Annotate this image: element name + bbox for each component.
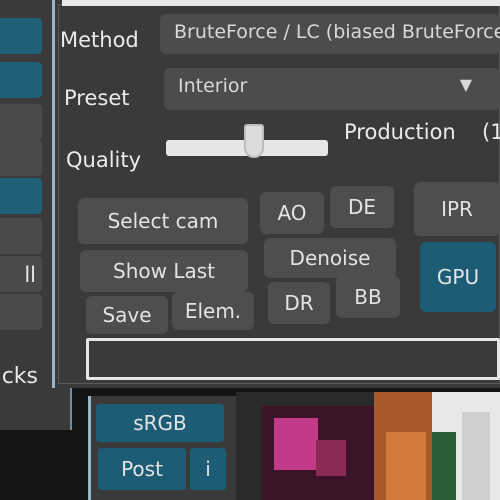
left-sidebar-item-2[interactable]: [0, 62, 42, 98]
ao-button[interactable]: AO: [260, 192, 324, 234]
quality-suffix: (1: [482, 120, 500, 144]
method-dropdown[interactable]: BruteForce / LC (biased BruteForce): [160, 14, 500, 54]
method-label: Method: [60, 28, 139, 52]
gpu-button[interactable]: GPU: [420, 242, 496, 312]
left-sidebar-item-6[interactable]: [0, 218, 42, 254]
left-sidebar-item-8[interactable]: [0, 294, 42, 330]
ipr-button[interactable]: IPR: [414, 182, 500, 236]
denoise-button[interactable]: Denoise: [264, 238, 396, 278]
quality-slider-handle[interactable]: [244, 124, 265, 158]
left-sidebar-item-label: cks: [1, 364, 38, 389]
method-value: BruteForce / LC (biased BruteForce): [174, 21, 500, 43]
de-button[interactable]: DE: [330, 186, 394, 228]
left-sidebar-item-5[interactable]: [0, 178, 42, 214]
bb-button[interactable]: BB: [336, 276, 400, 318]
save-button[interactable]: Save: [86, 296, 168, 334]
left-sidebar-item-1[interactable]: [0, 18, 42, 54]
scene-orange-highlight: [386, 432, 426, 500]
quality-label: Quality: [66, 148, 142, 172]
left-sidebar-item-3[interactable]: [0, 104, 42, 140]
post-button[interactable]: Post: [98, 448, 186, 490]
dr-button[interactable]: DR: [268, 282, 330, 324]
scene-pink-block: [274, 418, 318, 470]
scene-green-block: [432, 432, 456, 500]
left-sidebar-item-label: ll: [24, 263, 36, 287]
chevron-down-icon: ▼: [459, 75, 472, 94]
srgb-button[interactable]: sRGB: [96, 404, 224, 442]
preset-label: Preset: [64, 86, 130, 110]
scene-grey-column: [462, 412, 490, 500]
panel-top-strip: [62, 0, 500, 6]
select-cam-button[interactable]: Select cam: [78, 198, 248, 244]
preset-dropdown[interactable]: Interior ▼: [164, 68, 500, 110]
render-status-field: [86, 338, 500, 380]
left-sidebar-item-4[interactable]: [0, 140, 42, 176]
render-viewport[interactable]: [236, 392, 500, 500]
elem-button[interactable]: Elem.: [172, 292, 254, 330]
scene-magenta-block: [316, 440, 346, 476]
quality-value: Production: [344, 120, 456, 144]
info-button[interactable]: i: [190, 448, 226, 490]
left-sidebar-item-7[interactable]: ll: [0, 256, 42, 292]
preset-value: Interior: [178, 75, 248, 97]
show-last-button[interactable]: Show Last: [80, 250, 248, 292]
